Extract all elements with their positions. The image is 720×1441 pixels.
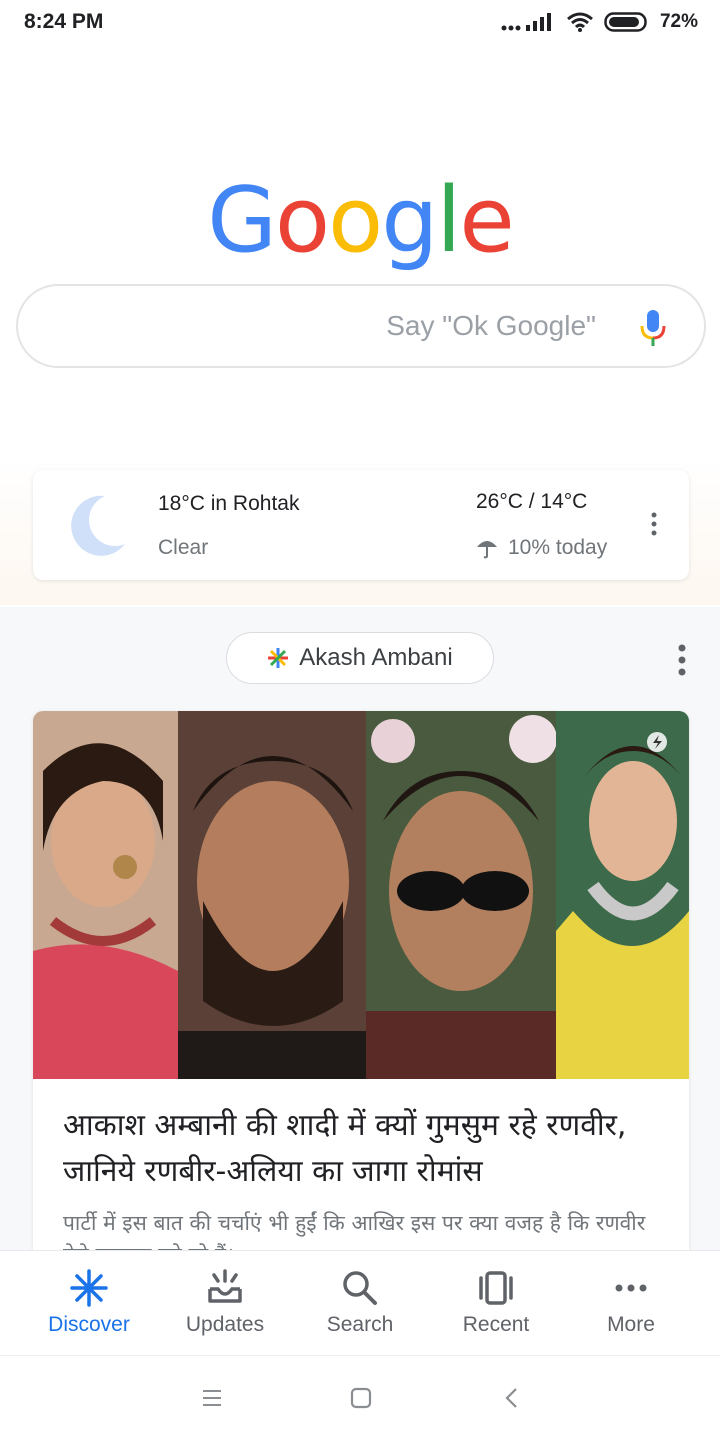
google-logo: Google: [0, 168, 720, 273]
battery-percent: 72%: [659, 11, 698, 32]
weather-condition: Clear: [158, 536, 209, 559]
battery-icon: [604, 12, 647, 32]
wifi-icon: [567, 12, 593, 32]
umbrella-icon: [477, 541, 497, 559]
google-star-icon: [268, 648, 289, 668]
nav-discover[interactable]: Discover: [21, 1269, 157, 1337]
discover-icon: [70, 1269, 108, 1307]
home-button-icon[interactable]: [349, 1386, 373, 1410]
search-bar[interactable]: Say "Ok Google": [16, 284, 706, 368]
nav-recent[interactable]: Recent: [428, 1269, 564, 1337]
menu-button-icon[interactable]: [200, 1386, 224, 1410]
moon-icon: [71, 495, 125, 556]
weather-rain: 10% today: [476, 536, 607, 560]
nav-more-label: More: [607, 1313, 655, 1336]
weather-card[interactable]: 18°C in Rohtak Clear 26°C / 14°C 10% tod…: [33, 470, 689, 580]
logo-letter: o: [328, 168, 383, 273]
microphone-icon[interactable]: [638, 308, 668, 348]
status-bar: 8:24 PM 72%: [0, 0, 720, 44]
weather-location: 18°C in Rohtak: [158, 492, 300, 515]
news-image: [33, 711, 689, 1079]
logo-letter: g: [381, 168, 438, 273]
system-navigation-bar: [0, 1355, 720, 1441]
rain-chance: 10% today: [508, 536, 608, 559]
search-placeholder: Say "Ok Google": [386, 310, 596, 341]
logo-letter: e: [459, 168, 514, 273]
topic-chip[interactable]: Akash Ambani: [226, 632, 494, 684]
weather-high-low: 26°C / 14°C: [476, 490, 588, 513]
status-time: 8:24 PM: [24, 10, 104, 33]
back-button-icon[interactable]: [500, 1386, 524, 1410]
news-headline[interactable]: आकाश अम्बानी की शादी में क्यों गुमसुम रह…: [63, 1103, 663, 1195]
topic-chip-label: Akash Ambani: [299, 644, 453, 671]
weather-menu-icon[interactable]: [651, 512, 657, 536]
nav-search[interactable]: Search: [292, 1269, 428, 1337]
signal-icon: [501, 13, 551, 31]
bottom-navigation: Discover Updates Search Recent More: [0, 1250, 720, 1356]
updates-icon: [208, 1269, 242, 1303]
logo-letter: l: [436, 168, 461, 273]
status-icons: 72%: [500, 10, 698, 34]
recent-icon: [479, 1271, 513, 1305]
nav-search-label: Search: [326, 1313, 394, 1336]
nav-updates-label: Updates: [185, 1313, 265, 1336]
nav-updates[interactable]: Updates: [157, 1269, 293, 1337]
feed-menu-icon[interactable]: [678, 644, 686, 676]
logo-letter: G: [207, 168, 277, 273]
nav-more[interactable]: More: [563, 1269, 699, 1337]
logo-letter: o: [275, 168, 330, 273]
nav-discover-label: Discover: [48, 1313, 130, 1336]
search-icon: [343, 1271, 377, 1305]
nav-recent-label: Recent: [462, 1313, 530, 1336]
news-card[interactable]: आकाश अम्बानी की शादी में क्यों गुमसुम रह…: [33, 711, 689, 1271]
more-icon: [615, 1284, 647, 1292]
